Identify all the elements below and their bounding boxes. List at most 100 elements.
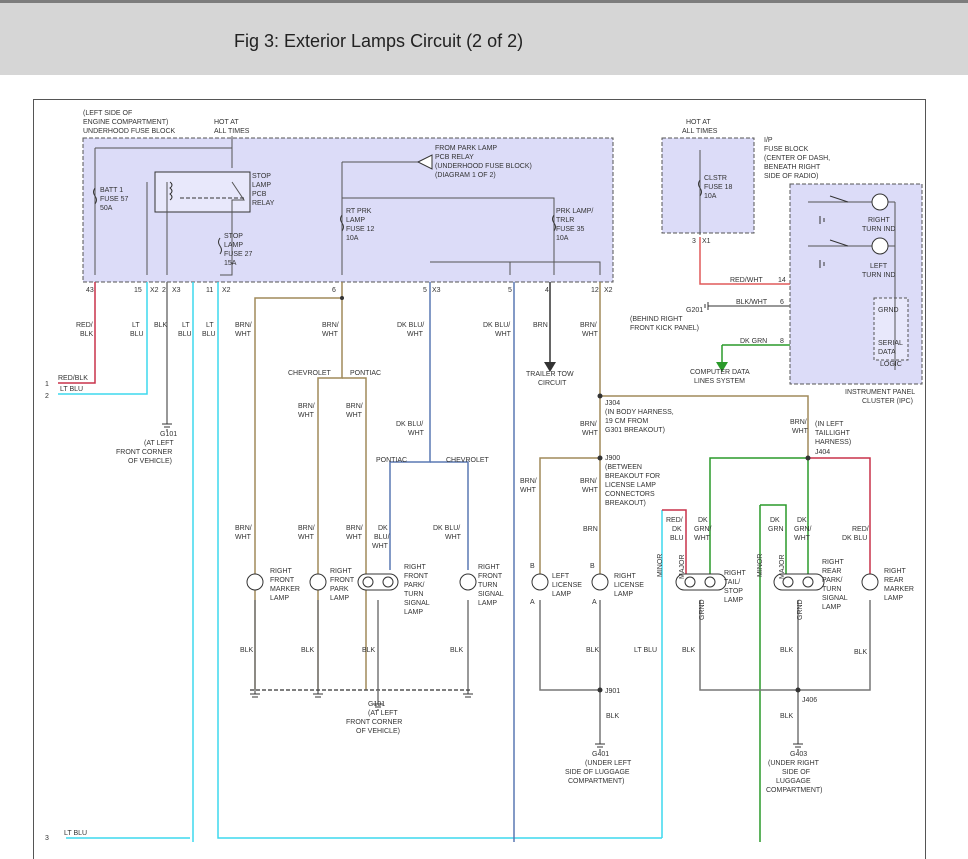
svg-text:10A: 10A bbox=[704, 193, 717, 200]
svg-text:DK: DK bbox=[770, 517, 780, 524]
svg-text:PONTIAC: PONTIAC bbox=[350, 370, 381, 377]
svg-text:BRN/: BRN/ bbox=[580, 421, 597, 428]
svg-text:LEFT: LEFT bbox=[552, 573, 570, 580]
svg-text:BLK: BLK bbox=[854, 649, 868, 656]
svg-text:LAMP: LAMP bbox=[270, 595, 289, 602]
svg-text:LAMP: LAMP bbox=[478, 600, 497, 607]
svg-text:DK BLU/: DK BLU/ bbox=[396, 421, 423, 428]
svg-text:INSTRUMENT PANEL: INSTRUMENT PANEL bbox=[845, 389, 915, 396]
svg-text:RELAY: RELAY bbox=[252, 200, 275, 207]
svg-text:CLUSTER (IPC): CLUSTER (IPC) bbox=[862, 398, 913, 405]
stop-lamp-relay bbox=[154, 171, 251, 213]
svg-text:ENGINE COMPARTMENT): ENGINE COMPARTMENT) bbox=[83, 119, 168, 126]
svg-text:J304: J304 bbox=[605, 400, 620, 407]
svg-text:WHT: WHT bbox=[445, 534, 462, 541]
svg-text:SIGNAL: SIGNAL bbox=[822, 595, 848, 602]
svg-text:RED/BLK: RED/BLK bbox=[58, 375, 88, 382]
svg-text:LAMP: LAMP bbox=[346, 217, 365, 224]
svg-text:GRN: GRN bbox=[768, 526, 784, 533]
svg-text:RIGHT: RIGHT bbox=[822, 559, 845, 566]
svg-text:SIGNAL: SIGNAL bbox=[478, 591, 504, 598]
svg-text:BLK: BLK bbox=[450, 647, 464, 654]
svg-text:WHT: WHT bbox=[694, 535, 711, 542]
svg-text:WHT: WHT bbox=[235, 534, 252, 541]
svg-text:(AT LEFT: (AT LEFT bbox=[368, 710, 398, 717]
svg-text:BRN/: BRN/ bbox=[235, 525, 252, 532]
svg-text:TURN: TURN bbox=[404, 591, 423, 598]
svg-text:WHT: WHT bbox=[298, 412, 315, 419]
svg-text:RIGHT: RIGHT bbox=[478, 564, 501, 571]
svg-text:19 CM FROM: 19 CM FROM bbox=[605, 418, 648, 425]
svg-text:RIGHT: RIGHT bbox=[404, 564, 427, 571]
svg-text:LAMP: LAMP bbox=[552, 591, 571, 598]
main-wiring bbox=[58, 237, 871, 842]
svg-text:DK BLU/: DK BLU/ bbox=[433, 525, 460, 532]
svg-text:X2: X2 bbox=[222, 287, 231, 294]
svg-text:MAJOR: MAJOR bbox=[779, 555, 786, 580]
svg-text:CHEVROLET: CHEVROLET bbox=[446, 457, 490, 464]
svg-text:LICENSE: LICENSE bbox=[614, 582, 644, 589]
wiring-diagram: (LEFT SIDE OF ENGINE COMPARTMENT) UNDERH… bbox=[45, 110, 923, 842]
svg-text:BREAKOUT): BREAKOUT) bbox=[605, 500, 646, 507]
svg-text:BLK: BLK bbox=[240, 647, 254, 654]
svg-text:PCB RELAY: PCB RELAY bbox=[435, 154, 474, 161]
svg-text:TRAILER TOW: TRAILER TOW bbox=[526, 371, 574, 378]
svg-text:FRONT: FRONT bbox=[270, 577, 295, 584]
svg-text:RED/: RED/ bbox=[666, 517, 683, 524]
svg-text:RIGHT: RIGHT bbox=[270, 568, 293, 575]
svg-text:UNDERHOOD FUSE BLOCK: UNDERHOOD FUSE BLOCK bbox=[83, 128, 176, 135]
svg-text:2: 2 bbox=[45, 393, 49, 400]
svg-text:6: 6 bbox=[332, 287, 336, 294]
svg-text:J406: J406 bbox=[802, 697, 817, 704]
svg-text:OF VEHICLE): OF VEHICLE) bbox=[128, 458, 172, 465]
svg-text:MARKER: MARKER bbox=[884, 586, 914, 593]
svg-text:LT BLU: LT BLU bbox=[64, 830, 87, 837]
svg-text:FROM PARK LAMP: FROM PARK LAMP bbox=[435, 145, 497, 152]
svg-text:BRN/: BRN/ bbox=[580, 478, 597, 485]
svg-text:X2: X2 bbox=[604, 287, 613, 294]
svg-text:LAMP: LAMP bbox=[614, 591, 633, 598]
svg-text:MINOR: MINOR bbox=[757, 554, 764, 577]
svg-text:BLU: BLU bbox=[178, 331, 192, 338]
svg-text:REAR: REAR bbox=[884, 577, 903, 584]
svg-text:RIGHT: RIGHT bbox=[884, 568, 907, 575]
svg-text:BRN/: BRN/ bbox=[346, 525, 363, 532]
svg-text:BLK: BLK bbox=[780, 647, 794, 654]
svg-text:LT: LT bbox=[182, 322, 190, 329]
svg-text:WHT: WHT bbox=[346, 412, 363, 419]
svg-text:12: 12 bbox=[591, 287, 599, 294]
svg-text:(BETWEEN: (BETWEEN bbox=[605, 464, 642, 471]
svg-text:B: B bbox=[530, 563, 535, 570]
svg-text:X2: X2 bbox=[150, 287, 159, 294]
svg-text:RIGHT: RIGHT bbox=[614, 573, 637, 580]
svg-text:X3: X3 bbox=[172, 287, 181, 294]
svg-text:BRN/: BRN/ bbox=[580, 322, 597, 329]
svg-text:(DIAGRAM 1 OF 2): (DIAGRAM 1 OF 2) bbox=[435, 172, 496, 179]
svg-text:WHT: WHT bbox=[408, 430, 425, 437]
svg-text:6: 6 bbox=[780, 299, 784, 306]
svg-text:G101: G101 bbox=[160, 431, 177, 438]
svg-text:BLK: BLK bbox=[780, 713, 794, 720]
svg-text:RED/: RED/ bbox=[76, 322, 93, 329]
svg-text:BENEATH RIGHT: BENEATH RIGHT bbox=[764, 164, 821, 171]
svg-text:RT PRK: RT PRK bbox=[346, 208, 372, 215]
svg-text:LAMP: LAMP bbox=[252, 182, 271, 189]
svg-text:BLK: BLK bbox=[80, 331, 94, 338]
svg-text:WHT: WHT bbox=[582, 430, 599, 437]
svg-text:FRONT: FRONT bbox=[404, 573, 429, 580]
svg-text:RED/WHT: RED/WHT bbox=[730, 277, 763, 284]
svg-text:CHEVROLET: CHEVROLET bbox=[288, 370, 332, 377]
svg-text:3: 3 bbox=[45, 835, 49, 842]
svg-text:DK: DK bbox=[378, 525, 388, 532]
svg-text:BREAKOUT FOR: BREAKOUT FOR bbox=[605, 473, 660, 480]
svg-text:FRONT: FRONT bbox=[478, 573, 503, 580]
svg-text:RIGHT: RIGHT bbox=[330, 568, 353, 575]
svg-text:WHT: WHT bbox=[520, 487, 537, 494]
svg-text:HARNESS): HARNESS) bbox=[815, 439, 851, 446]
svg-text:WHT: WHT bbox=[794, 535, 811, 542]
svg-text:LT: LT bbox=[132, 322, 140, 329]
svg-text:BLK: BLK bbox=[682, 647, 696, 654]
svg-text:BLK: BLK bbox=[586, 647, 600, 654]
svg-text:WHT: WHT bbox=[582, 331, 599, 338]
svg-text:J900: J900 bbox=[605, 455, 620, 462]
